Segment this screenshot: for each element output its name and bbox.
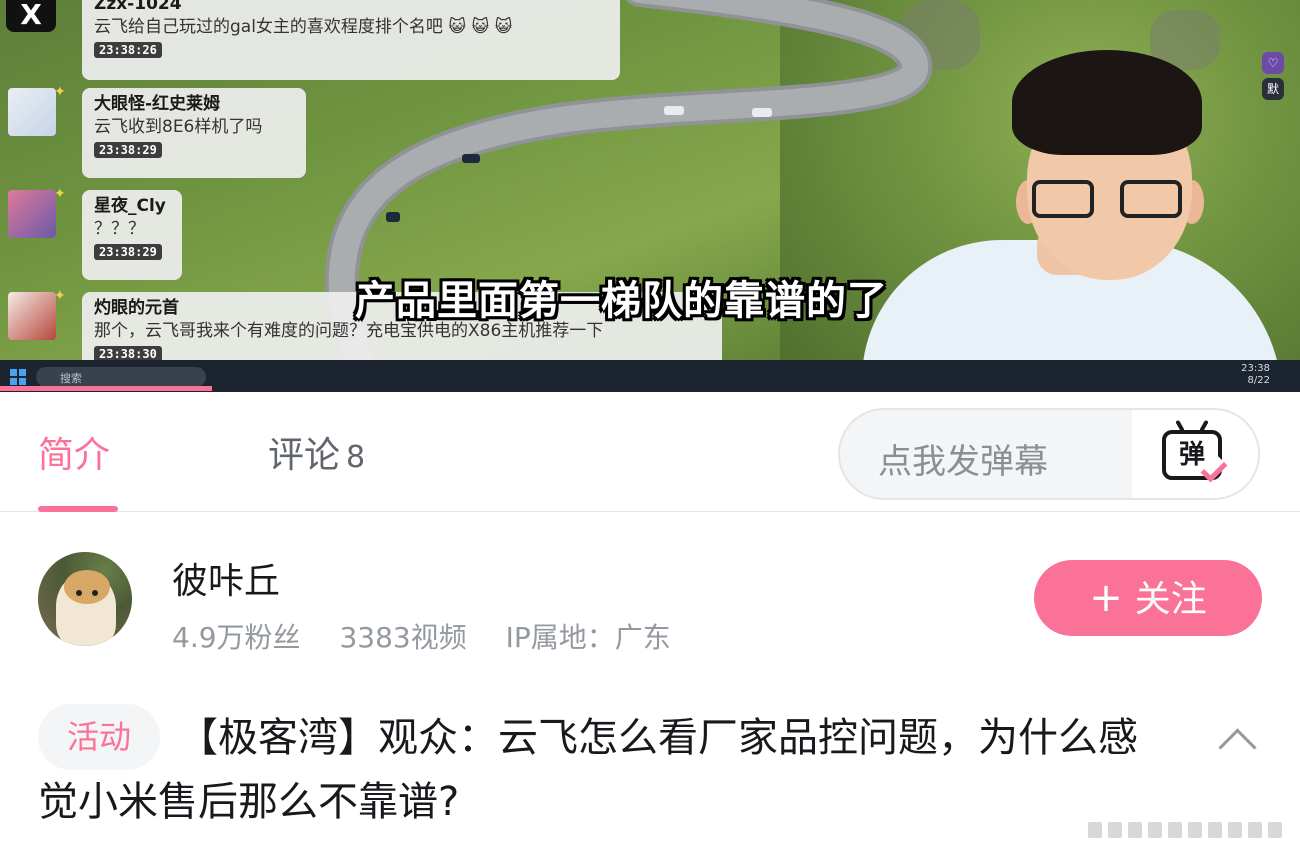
chat-avatar — [8, 190, 56, 238]
sparkle-icon: ✦ — [54, 288, 66, 304]
uploader-fans: 4.9万粉丝 — [172, 621, 301, 654]
chat-time: 23:38:26 — [94, 42, 162, 58]
uploader-info: 彼咔丘 4.9万粉丝 3383视频 IP属地：广东 + 关注 — [0, 512, 1300, 672]
chat-text: 云飞收到8E6样机了吗 — [94, 117, 263, 137]
streamer-hair — [1012, 50, 1202, 155]
tab-intro[interactable]: 简介 — [38, 426, 110, 478]
chat-bubble: 大眼怪-红史莱姆 云飞收到8E6样机了吗 23:38:29 — [82, 88, 306, 178]
chevron-up-icon[interactable] — [1218, 722, 1254, 758]
chat-bubble: 星夜_Cly ？？？ 23:38:29 — [82, 190, 182, 280]
danmaku-input[interactable]: 点我发弹幕 弹 — [838, 408, 1260, 500]
chat-text: ？？？ — [94, 219, 145, 239]
tab-intro-label: 简介 — [38, 435, 111, 476]
video-subtitle: 产品里面第一梯队的靠谱的了 — [355, 278, 888, 324]
sparkle-icon: ✦ — [54, 84, 66, 100]
streamer-glasses — [1032, 180, 1187, 220]
video-side-icons: ♡ 默 — [1262, 52, 1288, 104]
activity-tag[interactable]: 活动 — [38, 704, 160, 770]
chat-time: 23:38:29 — [94, 142, 162, 158]
uploader-ip: IP属地：广东 — [505, 621, 671, 654]
chat-bubble: Zzx-1024 云飞给自己玩过的gal女主的喜欢程度排个名吧 😺 😺 😺 23… — [82, 0, 620, 80]
watermark — [1088, 812, 1288, 846]
windows-logo-icon — [10, 369, 26, 385]
uploader-stats: 4.9万粉丝 3383视频 IP属地：广东 — [172, 616, 701, 656]
tab-comments[interactable]: 评论 8 — [268, 426, 365, 478]
tab-comments-label: 评论 — [268, 435, 341, 476]
danmaku-icon-text: 弹 — [1178, 440, 1205, 470]
video-progress-bar[interactable] — [0, 386, 212, 391]
tab-comments-count: 8 — [346, 440, 366, 475]
x-logo-icon: X — [6, 0, 56, 32]
chat-avatar — [8, 292, 56, 340]
taskbar-clock-time: 23:38 — [1241, 363, 1270, 374]
chat-text: 云飞给自己玩过的gal女主的喜欢程度排个名吧 😺 😺 😺 — [94, 17, 513, 37]
streamer-person — [862, 40, 1282, 392]
chat-username: 大眼怪-红史莱姆 — [94, 94, 221, 114]
taskbar-clock: 23:38 8/22 — [1241, 363, 1270, 387]
uploader-videos: 3383视频 — [339, 621, 467, 654]
video-title: 【极客湾】观众：云飞怎么看厂家品控问题，为什么感觉小米售后那么不靠谱? — [38, 715, 1138, 825]
heart-icon[interactable]: ♡ — [1262, 52, 1284, 74]
danmaku-placeholder: 点我发弹幕 — [878, 442, 1048, 482]
danmaku-toggle-button[interactable]: 弹 — [1132, 410, 1258, 498]
tab-bar: 简介 评论 8 点我发弹幕 弹 — [0, 392, 1300, 512]
chat-avatar — [8, 88, 56, 136]
follow-button[interactable]: + 关注 — [1034, 560, 1262, 636]
taskbar-clock-date: 8/22 — [1247, 375, 1270, 386]
follow-label: 关注 — [1134, 579, 1207, 620]
chat-username: Zzx-1024 — [94, 0, 182, 14]
uploader-name[interactable]: 彼咔丘 — [172, 552, 280, 604]
sparkle-icon: ✦ — [54, 186, 66, 202]
chat-username: 星夜_Cly — [94, 196, 166, 216]
taskbar-search: 搜索 — [36, 367, 206, 387]
plus-icon: + — [1089, 575, 1123, 621]
chat-time: 23:38:29 — [94, 244, 162, 260]
mute-icon[interactable]: 默 — [1262, 78, 1284, 100]
avatar[interactable] — [38, 552, 132, 646]
video-player[interactable]: ♡ 默 X Zzx-1024 云飞给自己玩过的gal女主的喜欢程度排个名吧 😺 … — [0, 0, 1300, 392]
